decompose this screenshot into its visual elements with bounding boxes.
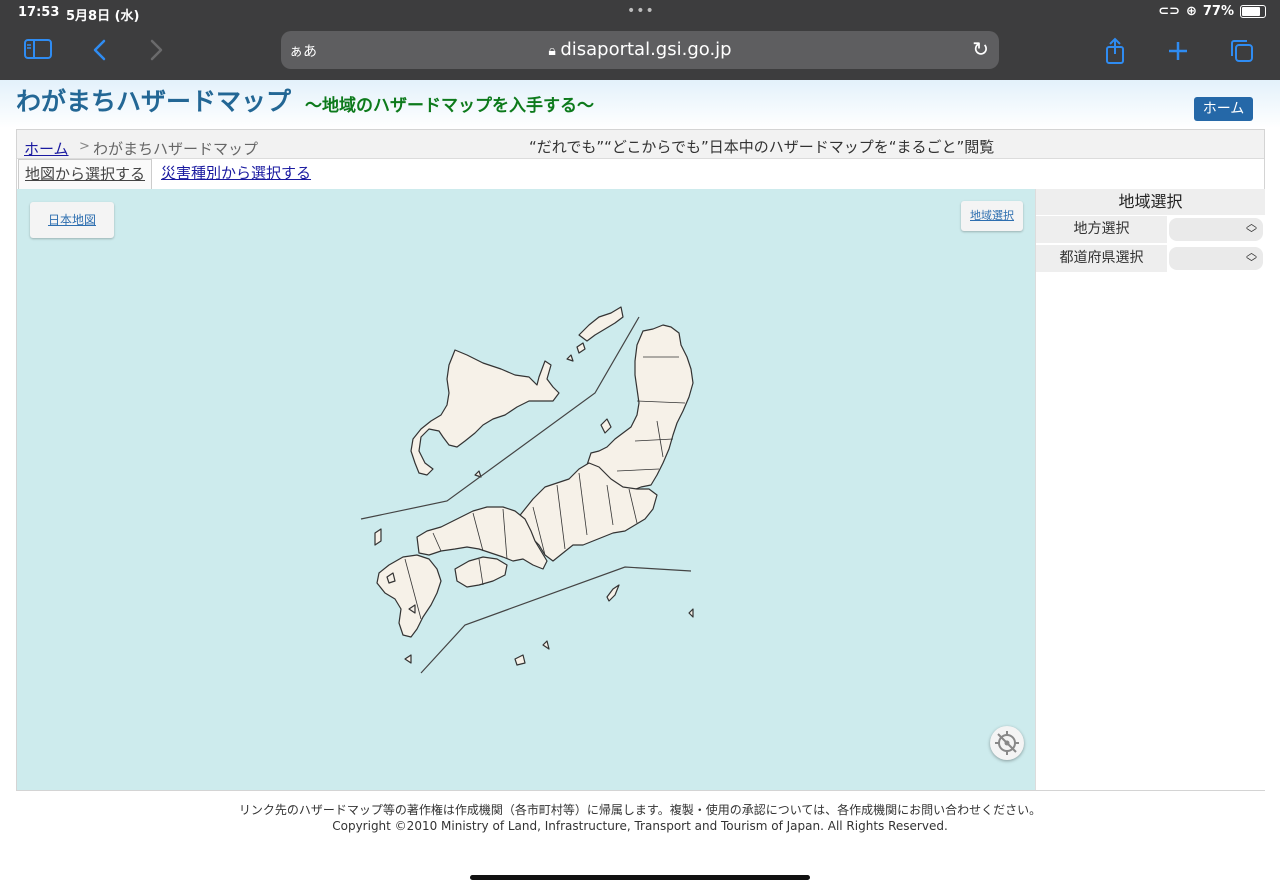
location-off-icon <box>995 731 1019 755</box>
map-area[interactable]: 日本地図 地域選択 <box>17 189 1035 790</box>
tagline: “だれでも”“どこからでも”日本中のハザードマップを“まるごと”閲覧 <box>529 138 995 156</box>
current-location-button[interactable] <box>990 726 1024 760</box>
japan-map-button[interactable]: 日本地図 <box>30 202 114 238</box>
copyright-line: Copyright ©2010 Ministry of Land, Infras… <box>332 819 948 833</box>
link-icon: ⊂⊃ <box>1158 4 1180 19</box>
status-date: 5月8日 (水) <box>66 9 140 24</box>
area-select-row: 地方選択 ︿ ﹀ <box>1036 216 1265 244</box>
prefecture-select-row: 都道府県選択 ︿ ﹀ <box>1036 245 1265 273</box>
multitasking-dots-icon[interactable]: ••• <box>627 3 655 19</box>
back-icon[interactable] <box>84 37 116 65</box>
status-time: 17:53 <box>18 5 60 20</box>
battery-percent: 77% <box>1202 4 1234 19</box>
tohoku-region <box>586 324 694 492</box>
sidebar-toggle-icon[interactable] <box>22 37 54 65</box>
main-frame: ホーム > わがまちハザードマップ “だれでも”“どこからでも”日本中のハザード… <box>16 129 1265 791</box>
breadcrumb-current: わがまちハザードマップ <box>93 140 259 158</box>
forward-icon[interactable] <box>140 37 172 65</box>
breadcrumb-separator: > <box>79 139 90 154</box>
page-header: わがまちハザードマップ 〜地域のハザードマップを入手する〜 ホーム <box>0 80 1280 128</box>
prefecture-select-label: 都道府県選択 <box>1036 245 1167 272</box>
tab-bar: 地図から選択する 災害種別から選択する <box>17 158 1264 190</box>
region-select-button[interactable]: 地域選択 <box>961 201 1023 231</box>
tab-select-from-map[interactable]: 地図から選択する <box>18 159 153 189</box>
new-tab-icon[interactable] <box>1162 37 1194 65</box>
home-indicator[interactable] <box>470 875 810 880</box>
page-title: わがまちハザードマップ <box>16 87 292 116</box>
hokkaido-region <box>410 349 560 476</box>
breadcrumb: ホーム > わがまちハザードマップ “だれでも”“どこからでも”日本中のハザード… <box>17 130 1264 158</box>
copyright-notice: リンク先のハザードマップ等の著作権は作成機関（各市町村等）に帰属します。複製・使… <box>238 803 1042 817</box>
reload-icon[interactable]: ↻ <box>972 37 989 61</box>
battery-icon <box>1240 5 1266 18</box>
area-select-dropdown[interactable]: ︿ ﹀ <box>1169 218 1263 241</box>
area-select-label: 地方選択 <box>1036 216 1167 243</box>
tabs-overview-icon[interactable] <box>1226 37 1258 65</box>
status-bar: 17:53 5月8日 (水) ••• ⊂⊃ ⊕ 77% <box>0 0 1280 26</box>
breadcrumb-home-link[interactable]: ホーム <box>24 138 69 159</box>
url-text: disaportal.gsi.go.jp <box>560 39 732 60</box>
home-button[interactable]: ホーム <box>1194 97 1253 121</box>
region-select-panel: 地域選択 地方選択 ︿ ﹀ 都道府県選択 ︿ ﹀ <box>1035 189 1265 790</box>
status-right: ⊂⊃ ⊕ 77% <box>1158 4 1266 19</box>
region-select-title: 地域選択 <box>1036 189 1265 215</box>
chevron-updown-icon: ︿ ﹀ <box>1246 217 1257 240</box>
share-icon[interactable] <box>1099 37 1131 65</box>
japan-map[interactable] <box>17 189 1035 790</box>
page-subtitle: 〜地域のハザードマップを入手する〜 <box>305 96 594 116</box>
kyushu-region <box>376 554 442 638</box>
lock-icon: 🔒︎ <box>548 43 561 59</box>
rotation-lock-icon: ⊕ <box>1185 4 1197 19</box>
browser-toolbar: ぁあ 🔒︎ disaportal.gsi.go.jp ↻ <box>0 26 1280 80</box>
chevron-updown-icon: ︿ ﹀ <box>1246 246 1257 269</box>
tab-select-by-disaster-type[interactable]: 災害種別から選択する <box>155 159 317 188</box>
prefecture-select-dropdown[interactable]: ︿ ﹀ <box>1169 247 1263 270</box>
address-bar[interactable]: ぁあ 🔒︎ disaportal.gsi.go.jp ↻ <box>281 31 999 69</box>
url-field[interactable]: 🔒︎ disaportal.gsi.go.jp <box>281 39 999 60</box>
